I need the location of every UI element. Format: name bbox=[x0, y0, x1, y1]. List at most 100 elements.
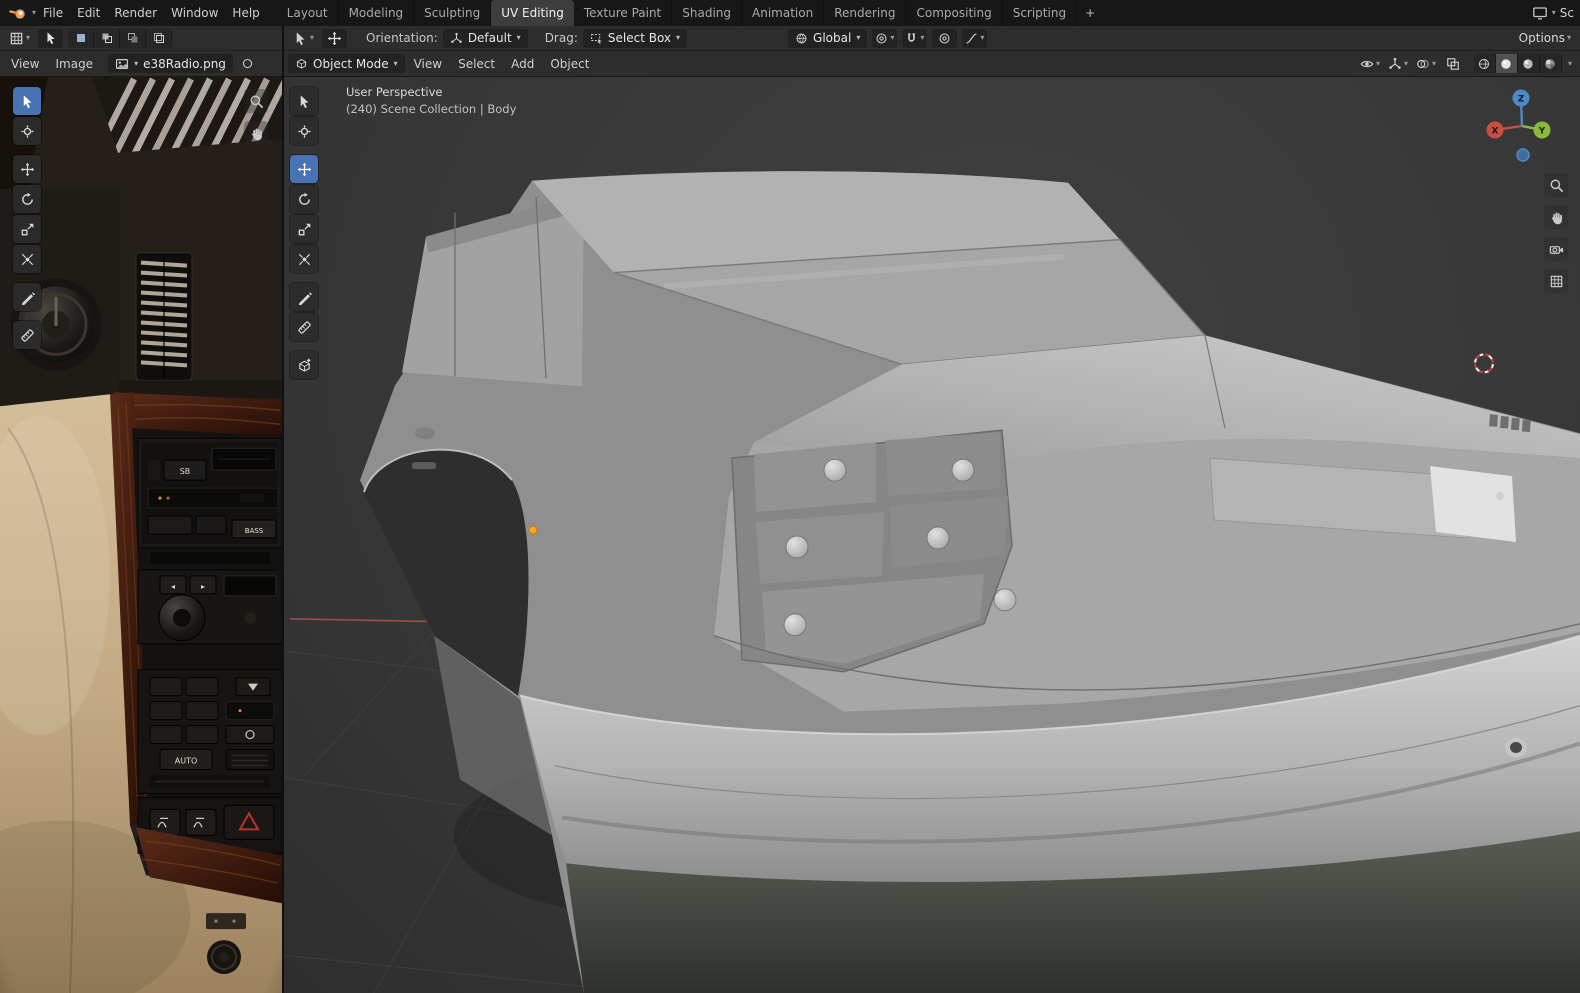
car-model[interactable] bbox=[360, 171, 1580, 993]
view-perspective-label: User Perspective bbox=[346, 85, 443, 99]
workspace-tab-texture-paint[interactable]: Texture Paint bbox=[574, 0, 673, 26]
select-mode-intersect-button[interactable] bbox=[146, 28, 173, 48]
uv-measure-tool[interactable] bbox=[13, 321, 41, 349]
vp-menu-object[interactable]: Object bbox=[543, 51, 596, 77]
vp-move-tool[interactable] bbox=[290, 155, 318, 183]
workspace-tab-sculpting[interactable]: Sculpting bbox=[414, 0, 492, 26]
orientation-dropdown[interactable]: Default ▾ bbox=[442, 28, 528, 48]
topbar-menu-window[interactable]: Window bbox=[164, 0, 225, 26]
uv-tweak-tool[interactable] bbox=[13, 87, 41, 115]
vp-3d-canvas[interactable]: User Perspective (240) Scene Collection … bbox=[284, 77, 1580, 993]
scene-selector[interactable]: ▾ Sc bbox=[1532, 5, 1574, 21]
workspace-tab-modeling[interactable]: Modeling bbox=[339, 0, 415, 26]
uv-editor-type-button[interactable]: ▾ bbox=[6, 29, 33, 48]
add-workspace-button[interactable]: + bbox=[1077, 0, 1103, 26]
proportional-edit-button[interactable] bbox=[932, 28, 958, 48]
drag-value: Select Box bbox=[607, 31, 672, 45]
vp-active-tool-button[interactable] bbox=[322, 28, 348, 48]
uv-sidebar-collapse-arrow[interactable]: ‹ bbox=[275, 91, 280, 106]
topbar-menu-help[interactable]: Help bbox=[225, 0, 266, 26]
image-datablock-selector[interactable]: ▾ e38Radio.png bbox=[108, 54, 233, 73]
workspace-tab-animation[interactable]: Animation bbox=[742, 0, 825, 26]
chevron-down-icon: ▾ bbox=[980, 33, 985, 42]
xray-icon bbox=[1446, 57, 1460, 71]
rendered-sphere-icon bbox=[1545, 58, 1556, 69]
uv-cursor-tool[interactable] bbox=[13, 117, 41, 145]
vp-camera-view-control[interactable] bbox=[1544, 237, 1568, 261]
object-visibility-dropdown[interactable]: ▾ bbox=[1357, 54, 1383, 73]
uv-zoom-control[interactable] bbox=[244, 89, 268, 113]
topbar-menu-render[interactable]: Render bbox=[107, 0, 164, 26]
workspace-tab-scripting[interactable]: Scripting bbox=[1003, 0, 1078, 26]
tweak-tool-icon bbox=[297, 94, 312, 109]
uv-transform-tool[interactable] bbox=[13, 245, 41, 273]
overlays-dropdown[interactable]: ▾ bbox=[1413, 54, 1439, 73]
shading-solid-button[interactable] bbox=[1495, 54, 1518, 73]
vp-menu-select[interactable]: Select bbox=[451, 51, 502, 77]
vp-measure-tool[interactable] bbox=[290, 313, 318, 341]
pivot-point-button[interactable]: ▾ bbox=[872, 28, 898, 48]
xray-toggle-button[interactable] bbox=[1441, 54, 1466, 73]
vp-menu-add[interactable]: Add bbox=[504, 51, 541, 77]
uv-menu-view[interactable]: View bbox=[4, 51, 46, 77]
vp-add-cube-tool[interactable] bbox=[290, 351, 318, 379]
chevron-down-icon: ▾ bbox=[1431, 58, 1436, 68]
options-button[interactable]: Options ▾ bbox=[1516, 29, 1574, 48]
select-mode-new-button[interactable] bbox=[68, 28, 95, 48]
tweak-tool-icon bbox=[20, 94, 35, 109]
proportional-circle-icon bbox=[938, 32, 951, 45]
vp-cursor-tool[interactable] bbox=[290, 117, 318, 145]
cursor-tool-icon bbox=[297, 124, 312, 139]
show-gizmo-dropdown[interactable]: ▾ bbox=[1385, 54, 1411, 73]
workspace-tab-uv-editing[interactable]: UV Editing bbox=[491, 0, 574, 26]
shading-wireframe-button[interactable] bbox=[1473, 54, 1496, 73]
pivot-icon bbox=[875, 32, 888, 45]
workspace-tab-compositing[interactable]: Compositing bbox=[906, 0, 1003, 26]
gizmo-neg-z-axis[interactable] bbox=[1516, 148, 1530, 162]
select-mode-subtract-button[interactable] bbox=[120, 28, 147, 48]
vp-annotate-tool[interactable] bbox=[290, 283, 318, 311]
uv-image-canvas[interactable]: SB BASS ◂ ▸ bbox=[0, 77, 282, 993]
vp-transform-tool[interactable] bbox=[290, 245, 318, 273]
vp-menu-view[interactable]: View bbox=[407, 51, 449, 77]
uv-active-tool-button[interactable] bbox=[38, 28, 64, 48]
topbar-menu-edit[interactable]: Edit bbox=[70, 0, 107, 26]
vp-tool-settings-bar: ▾ Orientation: Default ▾ Drag: Select Bo… bbox=[284, 26, 1580, 51]
workspace-tab-shading[interactable]: Shading bbox=[672, 0, 743, 26]
uv-annotate-tool[interactable] bbox=[13, 283, 41, 311]
shading-rendered-button[interactable] bbox=[1539, 54, 1562, 73]
uv-scale-tool[interactable] bbox=[13, 215, 41, 243]
uv-move-tool[interactable] bbox=[13, 155, 41, 183]
drag-dropdown[interactable]: Select Box ▾ bbox=[582, 28, 688, 48]
mode-dropdown[interactable]: Object Mode ▾ bbox=[288, 54, 405, 73]
vp-zoom-control[interactable] bbox=[1544, 173, 1568, 197]
select-mode-extend-button[interactable] bbox=[94, 28, 121, 48]
snap-toggle-button[interactable]: ▾ bbox=[902, 28, 928, 48]
scale-tool-icon bbox=[20, 222, 35, 237]
uv-pan-control[interactable] bbox=[244, 121, 268, 145]
add-cube-icon bbox=[297, 358, 312, 373]
blender-logo-icon[interactable] bbox=[6, 3, 30, 23]
vp-editor-type-button[interactable]: ▾ bbox=[290, 29, 317, 48]
scene-render bbox=[284, 171, 1580, 993]
vp-header: Object Mode ▾ View Select Add Object ▾ ▾ bbox=[284, 51, 1580, 77]
shading-material-button[interactable] bbox=[1517, 54, 1540, 73]
vp-scale-tool[interactable] bbox=[290, 215, 318, 243]
vp-tweak-tool[interactable] bbox=[290, 87, 318, 115]
uv-menu-image[interactable]: Image bbox=[48, 51, 100, 77]
workspace-tab-rendering[interactable]: Rendering bbox=[824, 0, 907, 26]
move-tool-icon bbox=[20, 162, 35, 177]
workspace-tab-layout[interactable]: Layout bbox=[277, 0, 339, 26]
vp-rotate-tool[interactable] bbox=[290, 185, 318, 213]
vp-pan-control[interactable] bbox=[1544, 205, 1568, 229]
transform-space-dropdown[interactable]: Global ▾ bbox=[788, 28, 868, 48]
vp-nav-controls bbox=[1544, 173, 1568, 293]
shading-dropdown-chevron[interactable]: ▾ bbox=[1568, 59, 1572, 68]
topbar-menu-file[interactable]: File bbox=[36, 0, 70, 26]
proportional-falloff-button[interactable]: ▾ bbox=[962, 28, 988, 48]
vp-ortho-toggle-control[interactable] bbox=[1544, 269, 1568, 293]
navigation-gizmo[interactable]: X Y Z bbox=[1480, 84, 1564, 168]
image-pin-button[interactable] bbox=[235, 54, 260, 73]
scene-name-truncated: Sc bbox=[1559, 6, 1574, 20]
uv-rotate-tool[interactable] bbox=[13, 185, 41, 213]
